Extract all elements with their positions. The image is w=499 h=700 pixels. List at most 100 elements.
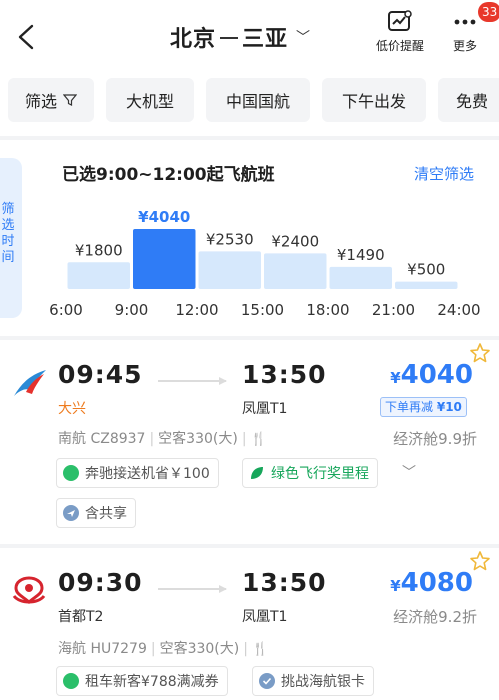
plane-icon [63,505,79,521]
leaf-icon [251,467,263,479]
chart-value-label: ¥2400 [271,232,319,250]
tag-label: 含共享 [85,506,127,522]
origin-city: 北京 [170,27,217,52]
utensils-icon: 🍴 [251,642,269,657]
more-button[interactable]: 更多 [452,10,478,54]
arrival-airport: 凤凰T1 [242,401,288,417]
service-tag-shared[interactable]: 含共享 [56,498,136,528]
chart-bar[interactable] [67,262,131,289]
aircraft-type: 空客330(大) [159,641,240,657]
discount-text: 下单再减 [385,400,434,414]
flight-info: 海航 HU7279 | 空客330(大) | 🍴 [58,641,269,657]
price-currency: ¥ [390,369,401,387]
service-tag-silver-card[interactable]: 挑战海航银卡 [252,666,374,696]
filter-chip-afternoon[interactable]: 下午出发 [322,78,426,122]
departure-time: 09:30 [58,568,143,597]
filter-chip-label: 筛选 [24,92,57,111]
flight-price: ¥4080 [390,568,473,598]
discount-value: ¥10 [436,400,462,414]
chart-tick-label: 6:00 [49,301,83,319]
shield-check-icon [259,673,275,689]
service-tag-green-miles[interactable]: 绿色飞行奖里程 [242,458,378,488]
china-southern-logo-icon [14,370,46,396]
departure-time: 09:45 [58,360,143,389]
chart-bar[interactable] [133,229,196,289]
route-arrow-icon [220,37,239,39]
chevron-down-icon: ﹀ [296,30,312,46]
destination-city: 三亚 [242,27,289,52]
cabin-class: 经济舱9.2折 [393,608,477,626]
chart-tick-label: 15:00 [241,301,284,319]
chart-tick-label: 21:00 [372,301,415,319]
arrival-time: 13:50 [242,360,327,389]
clear-filter-button[interactable]: 清空筛选 [414,163,474,184]
flight-direction-line [158,377,227,385]
tag-label: 挑战海航银卡 [281,674,365,690]
filter-chip-large-aircraft[interactable]: 大机型 [106,78,194,122]
departure-price-chart: ¥1800 ¥4040 ¥2530 ¥2400 ¥1490 ¥500 6:00 9:00 12:… [49,208,480,319]
departure-airport: 首都T2 [58,609,104,625]
price-alert-label: 低价提醒 [376,39,425,53]
service-tag-car-rental[interactable]: 租车新客¥788满减券 [56,666,228,696]
flight-direction-line [158,585,227,593]
filter-chip-air-china[interactable]: 中国国航 [206,78,310,122]
more-dots-icon [454,19,476,25]
flight-price: ¥4040 [390,360,473,390]
chart-tick-label: 18:00 [306,301,349,319]
chart-value-label: ¥2530 [206,230,254,248]
filter-chip-filter[interactable]: 筛选 [8,78,94,122]
price-alert-button[interactable]: 低价提醒 [376,10,424,54]
filter-chip-label: 大机型 [125,92,174,111]
cabin-class: 经济舱9.9折 [393,430,477,448]
chart-value-label: ¥500 [407,261,445,279]
flight-card[interactable]: 09:45 13:50 大兴 凤凰T1 ¥4040 下单再减 ¥10 南航 CZ… [0,340,499,544]
favorite-star-icon[interactable] [469,342,491,364]
utensils-icon: 🍴 [250,432,267,447]
arrival-airport: 凤凰T1 [242,609,288,625]
flight-info: 南航 CZ8937 | 空客330(大) | 🍴 [58,431,267,447]
discount-badge: 下单再减 ¥10 [380,397,467,417]
arrival-time: 13:50 [242,568,327,597]
filter-chip-label: 免费 [456,92,489,111]
chart-value-label: ¥1800 [75,241,123,259]
route-selector[interactable]: 北京 三亚 ﹀ [170,20,311,54]
chart-tick-label: 9:00 [115,301,149,319]
selected-range-title: 已选9:00~12:00起飞航班 [62,165,275,185]
chart-bar[interactable] [198,251,262,289]
check-icon [63,465,79,481]
service-tag-car[interactable]: 奔驰接送机省￥100 [56,458,219,488]
filter-chip-label: 中国国航 [225,92,290,111]
favorite-star-icon[interactable] [469,550,491,572]
header: 北京 三亚 ﹀ 低价提醒 更多 33 [0,0,499,72]
chart-bar[interactable] [395,281,458,289]
tag-label: 绿色飞行奖里程 [271,466,369,482]
more-label: 更多 [452,39,477,53]
chart-tick-label: 24:00 [437,301,480,319]
airline-name: 南航 [58,431,86,447]
chart-tick-label: 12:00 [175,301,218,319]
chart-value-label: ¥1490 [337,246,385,264]
filter-chip-free[interactable]: 免费 [438,78,499,122]
hainan-airlines-logo-icon [12,576,46,604]
price-currency: ¥ [390,577,401,595]
chart-bar[interactable] [264,253,327,289]
funnel-icon [63,94,77,106]
expand-chevron-icon[interactable]: ﹀ [402,462,416,482]
flight-number: HU7279 [90,641,147,657]
airline-name: 海航 [58,641,86,657]
flight-number: CZ8937 [90,431,146,447]
back-arrow-icon[interactable] [12,20,42,54]
aircraft-type: 空客330(大) [158,431,238,447]
departure-airport: 大兴 [58,401,86,417]
check-icon [63,673,79,689]
chart-bar[interactable] [329,266,393,289]
filter-chip-label: 下午出发 [341,92,406,111]
tag-label: 奔驰接送机省￥100 [85,466,210,482]
chart-value-label: ¥4040 [138,208,190,226]
flight-card[interactable]: 09:30 13:50 首都T2 凤凰T1 ¥4080 经济舱9.2折 海航 H… [0,548,499,700]
price-value: 4040 [400,360,473,390]
price-value: 4080 [400,568,473,598]
notification-badge: 33 [478,2,499,22]
tag-label: 租车新客¥788满减券 [85,674,219,690]
filter-bar: 筛选 大机型 中国国航 下午出发 免费 [0,72,499,136]
